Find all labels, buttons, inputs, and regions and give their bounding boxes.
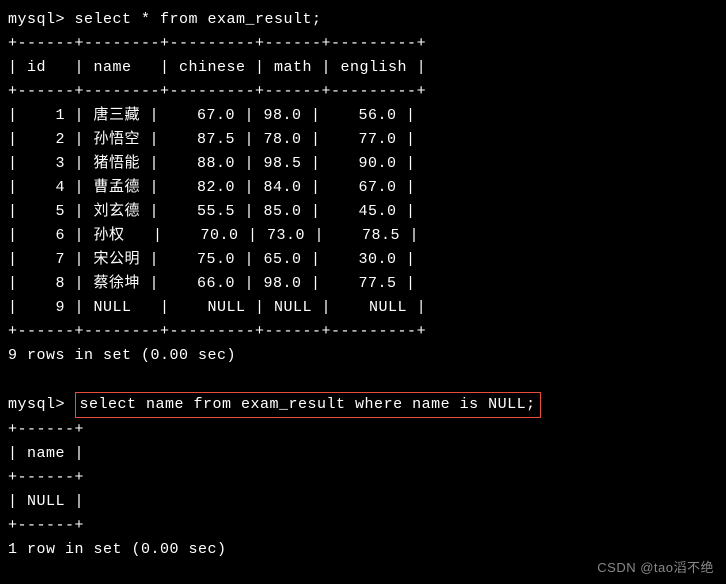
sql-query-1: select * from exam_result; <box>75 11 322 28</box>
sql-query-2: select name from exam_result where name … <box>80 396 536 413</box>
table-row: | 9 | NULL | NULL | NULL | NULL | <box>8 296 718 320</box>
table-row: | 4 | 曹孟德 | 82.0 | 84.0 | 67.0 | <box>8 176 718 200</box>
table-row: | 5 | 刘玄德 | 55.5 | 85.0 | 45.0 | <box>8 200 718 224</box>
query-line-2[interactable]: mysql> select name from exam_result wher… <box>8 392 718 418</box>
watermark: CSDN @tao滔不绝 <box>597 557 714 576</box>
table1-sep-bot: +------+--------+---------+------+------… <box>8 320 718 344</box>
result-summary-1: 9 rows in set (0.00 sec) <box>8 344 718 368</box>
table-row: | 2 | 孙悟空 | 87.5 | 78.0 | 77.0 | <box>8 128 718 152</box>
table2-sep-top: +------+ <box>8 418 718 442</box>
blank-line <box>8 368 718 392</box>
highlighted-query: select name from exam_result where name … <box>75 392 541 418</box>
table2-sep-mid: +------+ <box>8 466 718 490</box>
table-row: | NULL | <box>8 490 718 514</box>
table-row: | 8 | 蔡徐坤 | 66.0 | 98.0 | 77.5 | <box>8 272 718 296</box>
table-row: | 3 | 猪悟能 | 88.0 | 98.5 | 90.0 | <box>8 152 718 176</box>
table-row: | 1 | 唐三藏 | 67.0 | 98.0 | 56.0 | <box>8 104 718 128</box>
query-line-1[interactable]: mysql> select * from exam_result; <box>8 8 718 32</box>
table1-header: | id | name | chinese | math | english | <box>8 56 718 80</box>
table-row: | 7 | 宋公明 | 75.0 | 65.0 | 30.0 | <box>8 248 718 272</box>
mysql-prompt: mysql> <box>8 11 75 28</box>
table1-sep-mid: +------+--------+---------+------+------… <box>8 80 718 104</box>
table-row: | 6 | 孙权 | 70.0 | 73.0 | 78.5 | <box>8 224 718 248</box>
table1-sep-top: +------+--------+---------+------+------… <box>8 32 718 56</box>
table2-header: | name | <box>8 442 718 466</box>
mysql-prompt: mysql> <box>8 396 75 413</box>
table2-sep-bot: +------+ <box>8 514 718 538</box>
